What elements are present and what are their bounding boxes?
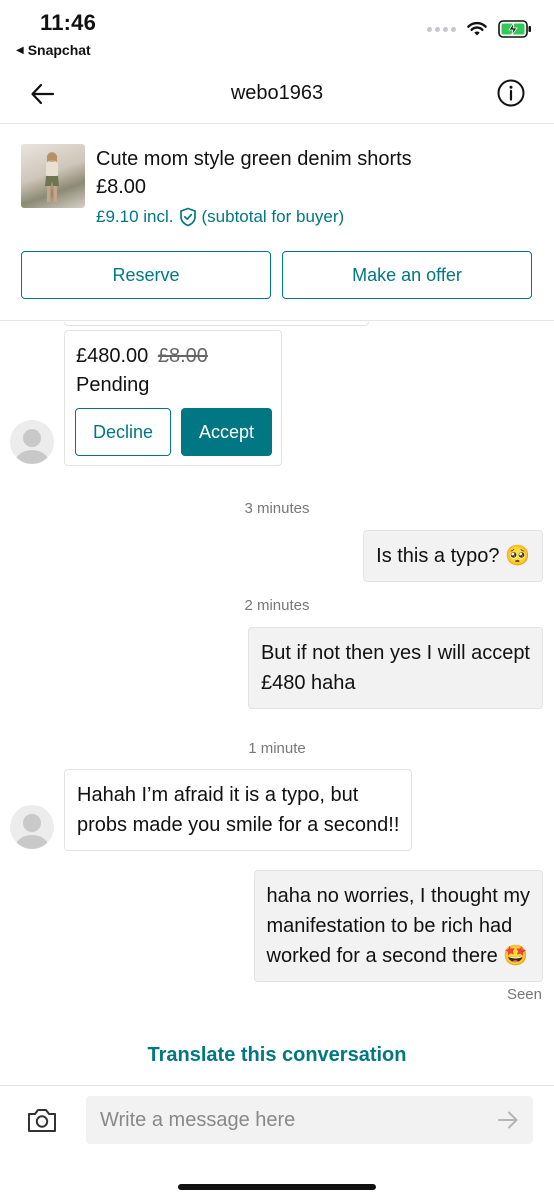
message-timestamp: 3 minutes [244,500,310,517]
battery-charging-icon [498,20,531,38]
translate-conversation-link[interactable]: Translate this conversation [0,1044,554,1067]
avatar[interactable] [10,805,54,849]
offer-price-line: £480.00 £8.00 [76,345,208,368]
signal-icon [427,26,456,32]
back-triangle-icon: ◀ [16,44,24,56]
message-line: manifestation to be rich had [266,915,513,937]
message-line: worked for a second there 🤩 [266,945,529,967]
previous-message-edge [64,322,369,326]
message-line: Hahah I’m afraid it is a typo, but [77,784,359,806]
incl-price: £9.10 incl. [96,207,174,226]
conversation-title[interactable]: webo1963 [0,82,554,105]
message-line: haha no worries, I thought my [266,885,530,907]
conversation-header: webo1963 [0,64,554,124]
wifi-icon [467,21,487,36]
home-indicator[interactable] [178,1184,376,1190]
info-icon[interactable] [496,78,526,108]
camera-icon[interactable] [26,1106,58,1134]
status-time: 11:46 [40,10,97,35]
status-indicators [427,20,532,38]
message-composer [0,1085,554,1200]
decline-button[interactable]: Decline [75,408,171,456]
make-offer-button[interactable]: Make an offer [282,251,532,299]
reserve-button[interactable]: Reserve [21,251,271,299]
incoming-message[interactable]: Hahah I’m afraid it is a typo, but probs… [64,769,413,851]
message-line: But if not then yes I will accept [260,642,530,664]
offer-price: £480.00 [76,345,149,367]
item-photo-figure [45,152,59,202]
original-price: £8.00 [157,345,208,367]
outgoing-message[interactable]: haha no worries, I thought my manifestat… [253,870,543,982]
offer-message-card: £480.00 £8.00 Pending Decline Accept [64,330,282,466]
item-title[interactable]: Cute mom style green denim shorts [96,148,412,171]
status-bar: 11:46 ◀ Snapchat [0,0,554,64]
accept-button[interactable]: Accept [181,408,272,456]
shield-check-icon [179,207,196,227]
back-to-app-link[interactable]: ◀ Snapchat [16,42,91,58]
avatar[interactable] [10,420,54,464]
buyer-protection-price[interactable]: £9.10 incl. (subtotal for buyer) [96,207,344,227]
outgoing-message[interactable]: But if not then yes I will accept £480 h… [247,627,543,709]
item-thumbnail[interactable] [21,144,85,208]
message-input[interactable] [86,1096,533,1144]
message-timestamp: 2 minutes [244,597,310,614]
message-timestamp: 1 minute [248,740,306,757]
message-list[interactable]: £480.00 £8.00 Pending Decline Accept 3 m… [0,322,554,1084]
message-line: £480 haha [260,672,356,694]
outgoing-message[interactable]: Is this a typo? 🥺 [363,530,543,582]
seen-indicator: Seen [506,986,542,1003]
back-app-label: Snapchat [27,42,91,58]
offer-status: Pending [76,374,150,396]
incl-note: (subtotal for buyer) [201,207,345,226]
message-line: probs made you smile for a second!! [77,814,400,836]
send-arrow-icon[interactable] [496,1109,520,1131]
item-summary: Cute mom style green denim shorts £8.00 … [0,125,554,321]
item-price: £8.00 [96,176,147,198]
